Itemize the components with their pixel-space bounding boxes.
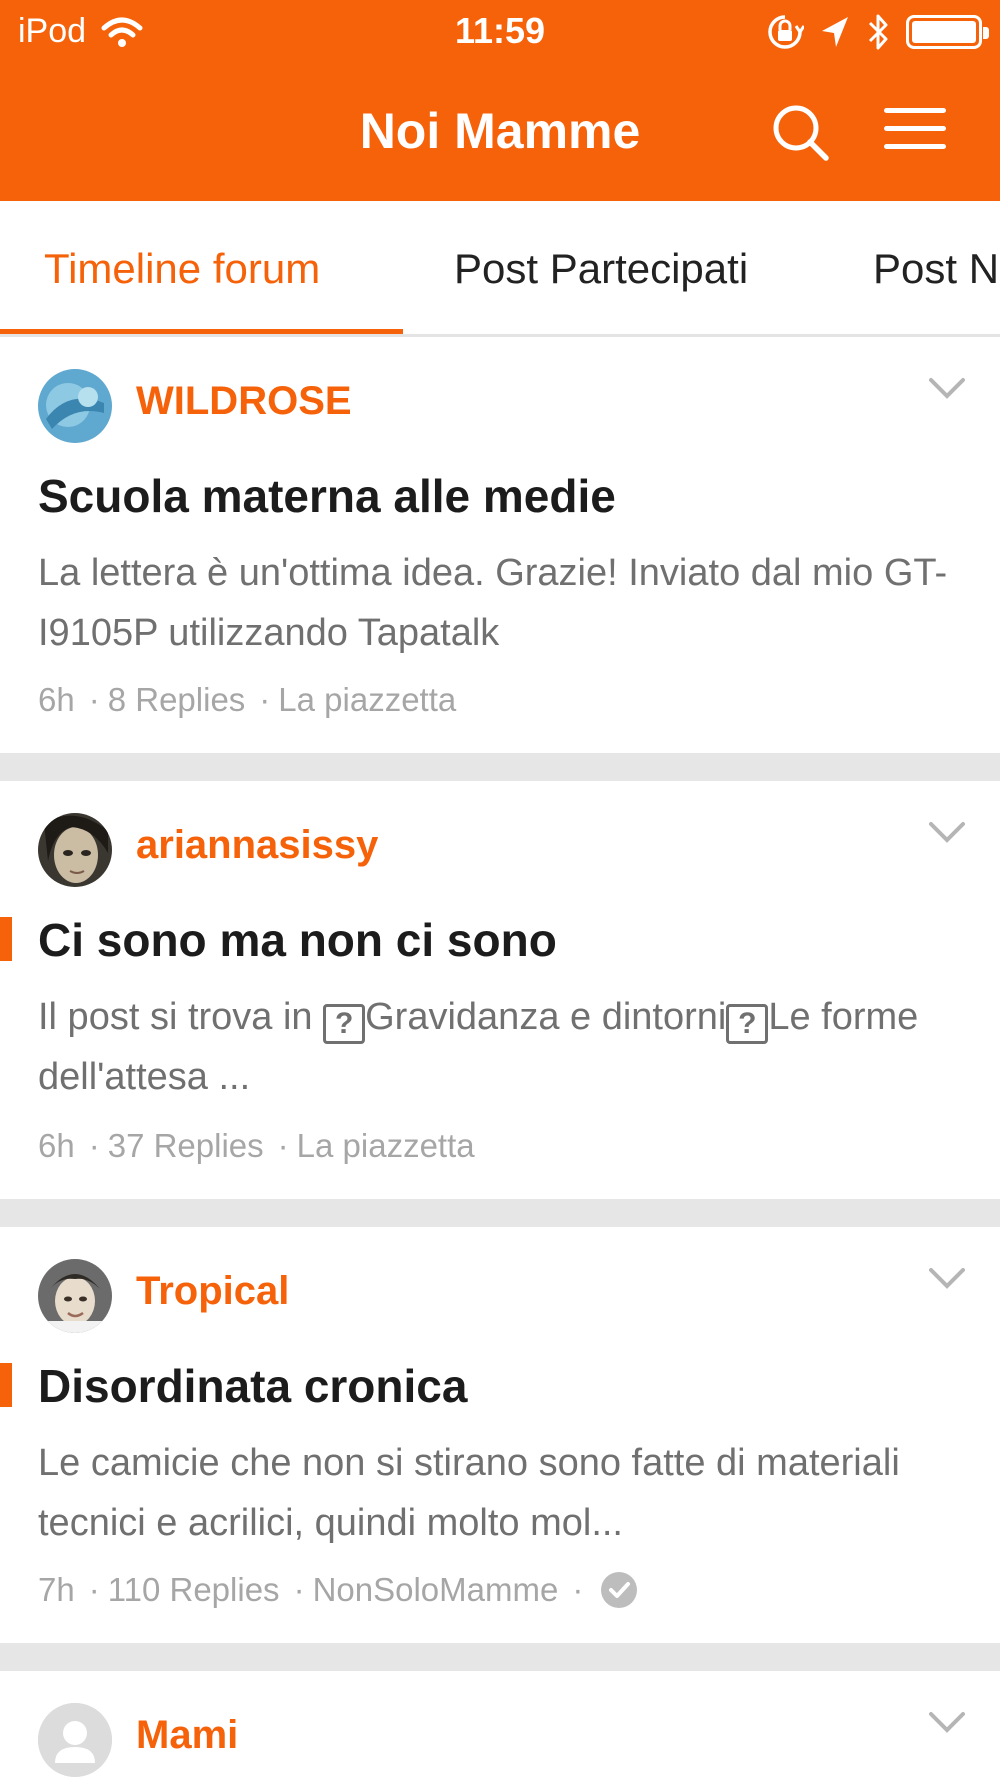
active-tab-indicator bbox=[0, 329, 403, 334]
search-icon[interactable] bbox=[770, 102, 830, 162]
post-title[interactable]: Scuola materna alle medie bbox=[38, 469, 616, 523]
post-replies: 8 Replies bbox=[107, 681, 246, 718]
post-meta: 6h · 8 Replies · La piazzetta bbox=[38, 681, 457, 719]
verified-check-icon bbox=[601, 1572, 638, 1608]
post-card[interactable]: Mami bbox=[0, 1671, 1000, 1778]
chevron-down-icon[interactable] bbox=[928, 1267, 966, 1291]
post-forum[interactable]: La piazzetta bbox=[297, 1127, 475, 1165]
post-meta: 6h · 37 Replies · La piazzetta bbox=[38, 1127, 475, 1165]
post-separator bbox=[0, 1643, 1000, 1671]
post-title[interactable]: Ci sono ma non ci sono bbox=[38, 913, 557, 967]
bluetooth-icon bbox=[868, 14, 888, 50]
status-right bbox=[750, 12, 989, 52]
status-bar: iPod 11:59 bbox=[0, 0, 1000, 62]
tab-post-n[interactable]: Post N bbox=[873, 201, 999, 334]
rotation-lock-icon bbox=[768, 15, 804, 49]
post-author[interactable]: Tropical bbox=[136, 1269, 289, 1314]
avatar[interactable] bbox=[38, 1259, 112, 1333]
avatar[interactable] bbox=[38, 369, 112, 443]
post-time: 7h bbox=[38, 1571, 75, 1608]
tab-timeline-forum[interactable]: Timeline forum bbox=[44, 201, 320, 334]
post-card[interactable]: Tropical Disordinata cronica Le camicie … bbox=[0, 1227, 1000, 1643]
post-card[interactable]: WILDROSE Scuola materna alle medie La le… bbox=[0, 337, 1000, 753]
post-author[interactable]: WILDROSE bbox=[136, 379, 352, 424]
avatar[interactable] bbox=[38, 813, 112, 887]
tab-post-partecipati[interactable]: Post Partecipati bbox=[454, 201, 748, 334]
default-avatar-icon[interactable] bbox=[38, 1703, 112, 1777]
post-separator bbox=[0, 753, 1000, 781]
chevron-down-icon[interactable] bbox=[928, 821, 966, 845]
unread-indicator bbox=[0, 1363, 12, 1407]
chevron-down-icon[interactable] bbox=[928, 377, 966, 401]
post-author[interactable]: Mami bbox=[136, 1713, 238, 1758]
chevron-down-icon[interactable] bbox=[928, 1711, 966, 1735]
page-title: Noi Mamme bbox=[359, 103, 641, 159]
post-excerpt: La lettera è un'ottima idea. Grazie! Inv… bbox=[38, 552, 948, 654]
post-separator bbox=[0, 1199, 1000, 1227]
post-time: 6h bbox=[38, 1127, 75, 1164]
location-arrow-icon bbox=[822, 17, 848, 47]
post-excerpt: Il post si trova in ? Gravidanza e dintor… bbox=[38, 996, 919, 1098]
post-time: 6h bbox=[38, 681, 75, 718]
battery-icon bbox=[906, 15, 989, 49]
post-forum[interactable]: La piazzetta bbox=[278, 681, 456, 719]
unknown-glyph-icon: ? bbox=[726, 1004, 769, 1044]
post-title[interactable]: Disordinata cronica bbox=[38, 1359, 467, 1413]
post-meta: 7h · 110 Replies · NonSoloMamme · bbox=[38, 1571, 638, 1609]
post-forum[interactable]: NonSoloMamme bbox=[313, 1571, 559, 1609]
post-card[interactable]: ariannasissy Ci sono ma non ci sono Il p… bbox=[0, 781, 1000, 1199]
unknown-glyph-icon: ? bbox=[323, 1004, 366, 1044]
app-header: iPod 11:59 Noi Mamme bbox=[0, 0, 1000, 201]
post-author[interactable]: ariannasissy bbox=[136, 823, 378, 868]
unread-indicator bbox=[0, 917, 12, 961]
post-replies: 110 Replies bbox=[107, 1571, 280, 1608]
tab-bar: Timeline forum Post Partecipati Post N bbox=[0, 201, 1000, 337]
post-replies: 37 Replies bbox=[107, 1127, 264, 1164]
post-excerpt: Le camicie che non si stirano sono fatte… bbox=[38, 1442, 900, 1544]
hamburger-menu-icon[interactable] bbox=[884, 108, 946, 156]
